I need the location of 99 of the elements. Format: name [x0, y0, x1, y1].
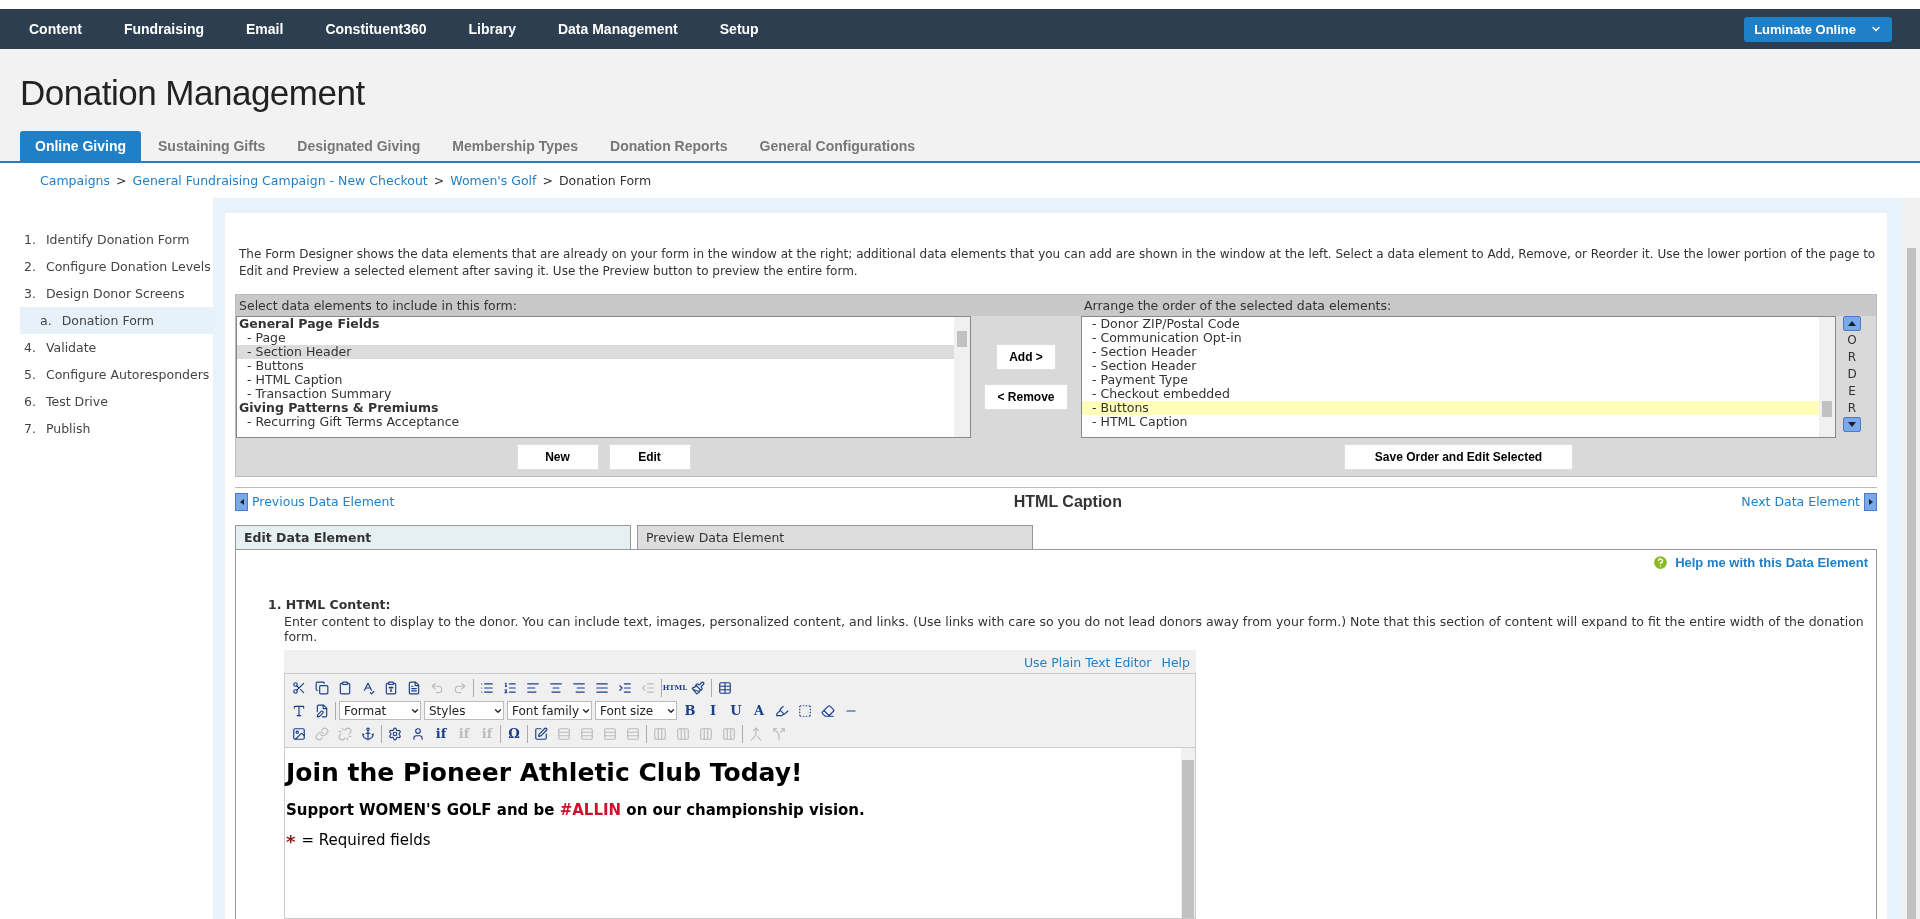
previous-element-link[interactable]: Previous Data Element	[248, 490, 399, 513]
breadcrumb-link[interactable]: General Fundraising Campaign - New Checkout	[132, 173, 428, 188]
tab[interactable]: Membership Types	[437, 131, 594, 161]
right-triangle-icon	[1868, 498, 1873, 505]
list-option[interactable]: - Buttons	[237, 359, 954, 373]
list-option[interactable]: - Checkout embedded	[1082, 387, 1819, 401]
nav-item[interactable]: Library	[447, 21, 537, 37]
available-elements-list[interactable]: General Page Fields - Page - Section Header - Buttons - HTML Caption - Transaction Summary Giving Patterns & Premiums - Recurring Gift Terms Acceptance	[236, 316, 971, 438]
nav-item[interactable]: Email	[225, 21, 305, 37]
list-option[interactable]: - Page	[237, 331, 954, 345]
breadcrumb-separator: >	[116, 173, 127, 188]
previous-arrow-button[interactable]	[235, 492, 248, 511]
tab[interactable]: Online Giving	[20, 131, 141, 161]
scrollbar[interactable]	[954, 317, 970, 437]
breadcrumb-separator: >	[433, 173, 445, 188]
nav-item[interactable]: Data Management	[536, 21, 699, 37]
move-button[interactable]: Add >	[996, 344, 1056, 370]
move-down-button[interactable]	[1843, 417, 1861, 432]
step-item[interactable]: 6. Test Drive	[0, 388, 213, 415]
step-item[interactable]: 2. Configure Donation Levels	[0, 253, 213, 280]
step-item[interactable]: a. Donation Form	[20, 307, 213, 334]
left-triangle-icon	[239, 498, 244, 505]
page-title: Donation Management	[20, 73, 366, 113]
list-option[interactable]: - Recurring Gift Terms Acceptance	[237, 415, 954, 429]
element-tab[interactable]: Edit Data Element	[235, 525, 631, 549]
toolbar-dropdown[interactable]: Styles	[424, 701, 504, 720]
element-tab[interactable]: Preview Data Element	[637, 525, 1033, 549]
toolbar-dropdown[interactable]: Font family	[507, 701, 592, 720]
editor-link[interactable]: Help	[1161, 655, 1190, 670]
order-label: O	[1847, 332, 1857, 348]
list-option[interactable]: - Payment Type	[1082, 373, 1819, 387]
toolbar-button[interactable]: A	[749, 700, 769, 721]
nav-item[interactable]: Constituent360	[304, 21, 448, 37]
move-button[interactable]: < Remove	[984, 384, 1068, 410]
breadcrumb-link[interactable]: Women's Golf	[450, 173, 537, 188]
list-option[interactable]: Giving Patterns & Premiums	[237, 401, 954, 415]
list-option[interactable]: - Section Header	[237, 345, 954, 359]
list-heading: Select data elements to include in this form:	[236, 295, 971, 316]
editor-content-area[interactable]: Join the Pioneer Athletic Club Today! Support WOMEN'S GOLF and be #ALLIN on our championship vision. * = Required fields	[284, 748, 1196, 919]
product-menu-button[interactable]: Luminate Online	[1744, 16, 1892, 42]
order-label: E	[1848, 383, 1856, 399]
help-icon	[1652, 554, 1670, 571]
order-label: D	[1847, 366, 1857, 382]
scrollbar[interactable]	[1819, 317, 1835, 437]
toolbar-button[interactable]: if	[431, 723, 451, 744]
page-scrollbar[interactable]	[1903, 198, 1920, 919]
order-label: R	[1847, 400, 1857, 416]
tab[interactable]: Donation Reports	[595, 131, 743, 161]
step-item[interactable]: 7. Publish	[0, 415, 213, 442]
list-option[interactable]: - Section Header	[1082, 359, 1819, 373]
toolbar-dropdown[interactable]: Format	[339, 701, 421, 720]
element-title: HTML Caption	[1012, 492, 1123, 511]
toolbar-button[interactable]: Ω	[504, 723, 524, 744]
step-item[interactable]: 1. Identify Donation Form	[0, 226, 213, 253]
list-button[interactable]: New	[516, 444, 599, 470]
next-arrow-button[interactable]	[1864, 492, 1877, 511]
step-item[interactable]: 5. Configure Autoresponders	[0, 361, 213, 388]
list-option[interactable]: - Transaction Summary	[237, 387, 954, 401]
toolbar-button[interactable]: B	[680, 700, 700, 721]
tab[interactable]: General Configurations	[744, 131, 931, 161]
help-link[interactable]: Help me with this Data Element	[1652, 554, 1876, 571]
list-option[interactable]: - Donor ZIP/Postal Code	[1082, 317, 1819, 331]
field-description: Enter content to display to the donor. You can include text, images, personalized content, and links. (Use links with care so you do not lead donors away from your form.) Note that this section of content will expand to fit the entire width of the donation form.	[283, 614, 1865, 644]
tab[interactable]: Designated Giving	[282, 131, 436, 161]
up-triangle-icon	[1848, 321, 1856, 326]
list-option[interactable]: - HTML Caption	[237, 373, 954, 387]
tab[interactable]: Sustaining Gifts	[143, 131, 281, 161]
move-up-button[interactable]	[1843, 316, 1861, 331]
nav-item[interactable]: Setup	[698, 21, 780, 37]
breadcrumb-current: Donation Form	[558, 173, 652, 188]
list-heading: Arrange the order of the selected data elements:	[1081, 295, 1876, 316]
toolbar-button[interactable]: I	[703, 700, 723, 721]
list-option[interactable]: General Page Fields	[237, 317, 954, 331]
save-order-button[interactable]: Save Order and Edit Selected	[1343, 444, 1574, 470]
order-label: R	[1847, 349, 1857, 365]
down-triangle-icon	[1848, 422, 1856, 427]
toolbar-dropdown[interactable]: Font size	[595, 701, 677, 720]
nav-item[interactable]: Fundraising	[102, 21, 225, 37]
selected-elements-list[interactable]: - Donor ZIP/Postal Code - Communication Opt-in - Section Header - Section Header - Payment Type - Checkout embedded - Buttons - HTML Caption	[1081, 316, 1836, 438]
field-label: 1. HTML Content:	[268, 597, 392, 612]
list-option[interactable]: - Communication Opt-in	[1082, 331, 1819, 345]
nav-item[interactable]: Content	[8, 21, 103, 37]
scrollbar[interactable]	[1181, 748, 1195, 918]
toolbar-button[interactable]: U	[726, 700, 746, 721]
list-button[interactable]: Edit	[608, 444, 691, 470]
list-option[interactable]: - HTML Caption	[1082, 415, 1819, 429]
content-heading: Join the Pioneer Athletic Club Today!	[286, 758, 804, 787]
step-item[interactable]: 3. Design Donor Screens	[0, 280, 213, 307]
step-item[interactable]: 4. Validate	[0, 334, 213, 361]
breadcrumb-separator: >	[542, 173, 553, 188]
breadcrumb-link[interactable]: Campaigns	[40, 173, 110, 188]
next-element-link[interactable]: Next Data Element	[1737, 490, 1864, 513]
content-subheading: Support WOMEN'S GOLF and be #ALLIN on our championship vision.	[286, 801, 866, 819]
required-mark: *	[286, 831, 296, 852]
editor-link[interactable]: Use Plain Text Editor	[1023, 655, 1152, 670]
list-option[interactable]: - Buttons	[1082, 401, 1819, 415]
intro-text: The Form Designer shows the data elements that are already on your form in the window at the right; additional data elements that you can add are shown in the window at the left. Select a data element to Add, Remove, or Reorder it. Use the lower portion of the page to Edit and Preview a selected element after saving it. Use the Preview button to preview the entire form.	[239, 246, 1877, 280]
list-option[interactable]: - Section Header	[1082, 345, 1819, 359]
required-text: = Required fields	[301, 831, 431, 851]
